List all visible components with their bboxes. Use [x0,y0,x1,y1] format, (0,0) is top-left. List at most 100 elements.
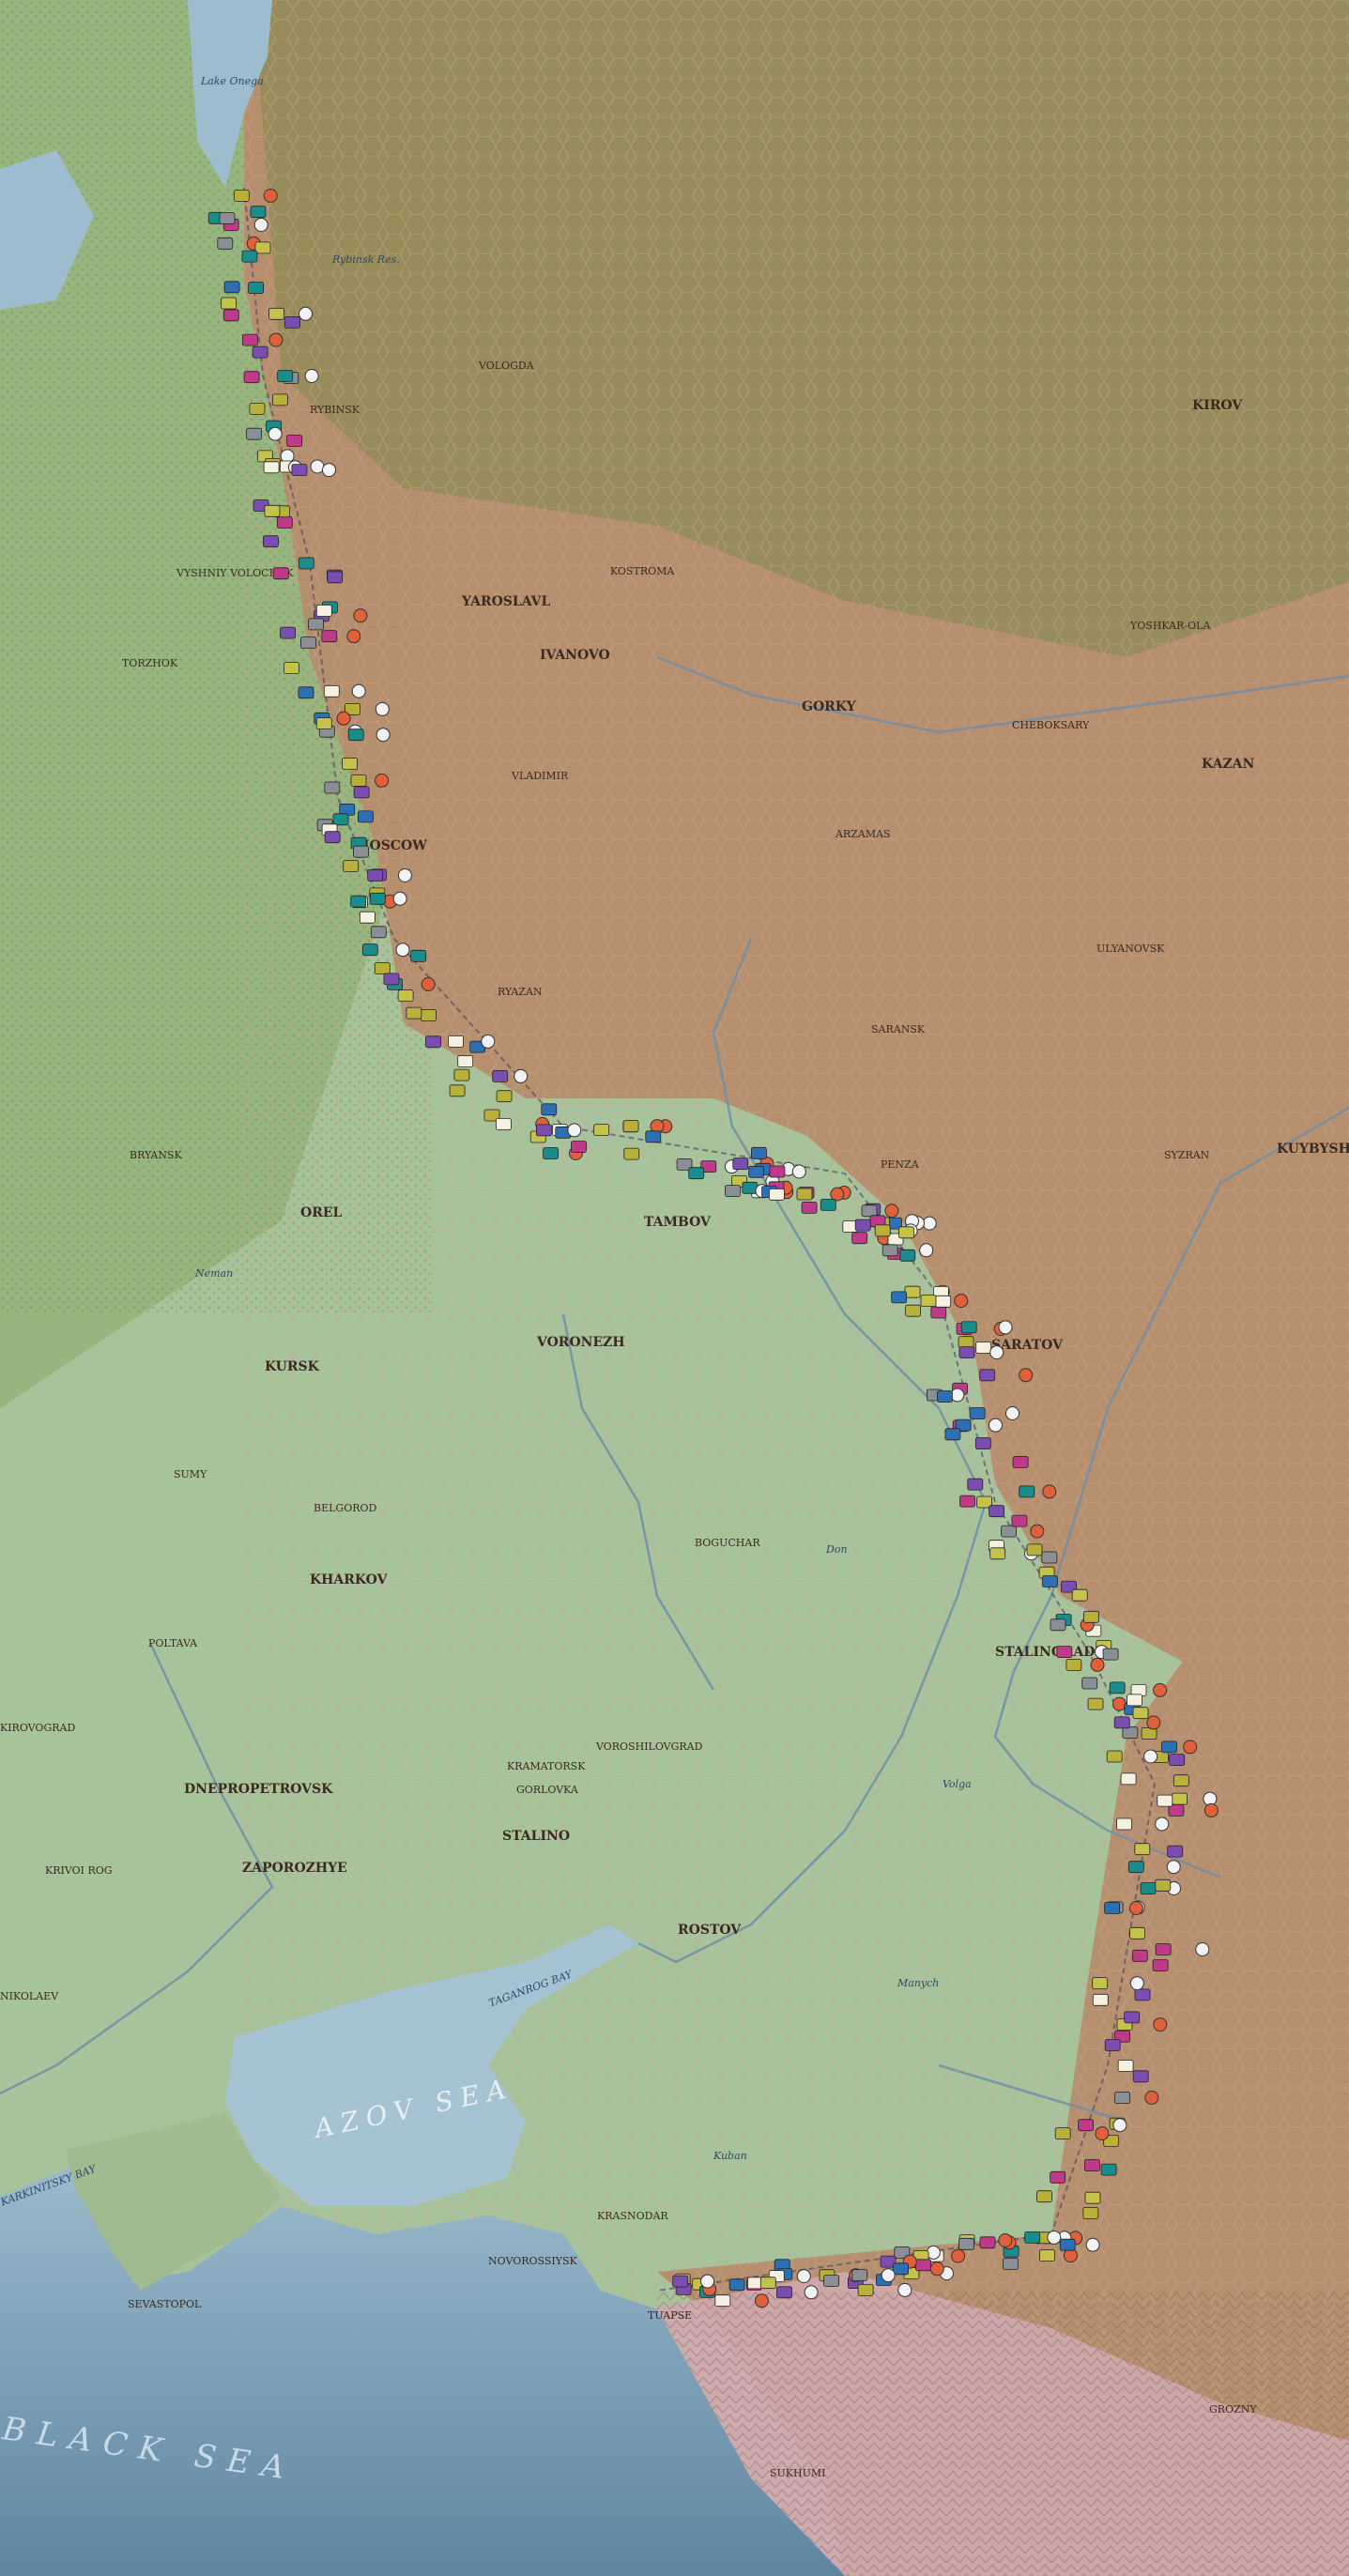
city-label[interactable]: KRASNODAR [597,2210,668,2222]
city-label[interactable]: GROZNY [1209,2403,1257,2415]
unit-counter[interactable] [1039,2249,1055,2262]
air-unit-marker[interactable] [804,2285,819,2300]
city-label[interactable]: TORZHOK [122,657,178,669]
unit-counter[interactable] [350,895,367,908]
unit-counter[interactable] [1059,2238,1076,2251]
unit-counter[interactable] [728,2278,745,2292]
unit-counter[interactable] [769,1188,785,1201]
unit-counter[interactable] [1127,1861,1144,1874]
city-label[interactable]: KURSK [265,1359,320,1374]
unit-counter[interactable] [1019,1485,1035,1498]
unit-counter[interactable] [492,1070,509,1082]
unit-counter[interactable] [857,2283,874,2296]
unit-counter[interactable] [823,2275,839,2288]
air-unit-marker[interactable] [1095,2126,1110,2141]
unit-counter[interactable] [449,1084,466,1097]
air-unit-marker[interactable] [1155,1817,1170,1832]
city-label[interactable]: IVANOVO [540,648,610,663]
unit-counter[interactable] [732,1158,749,1170]
unit-counter[interactable] [357,810,374,823]
air-unit-marker[interactable] [1112,2118,1127,2133]
unit-counter[interactable] [243,371,260,384]
unit-counter[interactable] [851,1232,868,1245]
city-label[interactable]: POLTAVA [148,1637,198,1649]
unit-counter[interactable] [759,2277,776,2290]
air-unit-marker[interactable] [299,306,313,321]
city-label[interactable]: SARANSK [871,1023,926,1035]
unit-counter[interactable] [496,1118,512,1130]
unit-counter[interactable] [979,1369,996,1382]
unit-counter[interactable] [1011,1514,1028,1527]
city-label[interactable]: RYAZAN [498,986,543,998]
unit-counter[interactable] [1024,2231,1041,2244]
air-unit-marker[interactable] [1183,1740,1198,1755]
unit-counter[interactable] [891,1291,907,1304]
unit-counter[interactable] [1041,1551,1058,1564]
unit-counter[interactable] [851,2269,868,2282]
air-unit-marker[interactable] [989,1418,1003,1433]
city-label[interactable]: BRYANSK [130,1149,183,1161]
unit-counter[interactable] [286,435,303,447]
city-label[interactable]: STALINO [502,1829,570,1844]
unit-counter[interactable] [361,943,378,957]
air-unit-marker[interactable] [395,943,410,958]
unit-counter[interactable] [571,1141,587,1153]
air-unit-marker[interactable] [376,728,391,743]
air-unit-marker[interactable] [1090,1657,1105,1672]
air-unit-marker[interactable] [268,332,284,347]
city-label[interactable]: NOVOROSSIYSK [488,2255,578,2267]
air-unit-marker[interactable] [951,2248,966,2263]
unit-counter[interactable] [920,1295,937,1307]
unit-counter[interactable] [352,845,369,858]
air-unit-marker[interactable] [1047,2230,1062,2245]
unit-counter[interactable] [776,2286,792,2299]
air-unit-marker[interactable] [421,976,436,991]
unit-counter[interactable] [324,781,341,794]
unit-counter[interactable] [332,813,349,826]
unit-counter[interactable] [1113,1716,1130,1729]
unit-counter[interactable] [246,427,263,440]
unit-counter[interactable] [904,1285,921,1298]
unit-counter[interactable] [496,1090,513,1103]
air-unit-marker[interactable] [263,188,278,203]
unit-counter[interactable] [370,926,387,939]
unit-counter[interactable] [271,393,288,406]
city-label[interactable]: CHEBOKSARY [1012,719,1090,731]
unit-counter[interactable] [425,1035,441,1049]
unit-counter[interactable] [801,1202,818,1214]
air-unit-marker[interactable] [375,701,390,716]
unit-counter[interactable] [406,1006,422,1020]
unit-counter[interactable] [1084,2191,1101,2204]
unit-counter[interactable] [284,662,299,674]
air-unit-marker[interactable] [1019,1368,1034,1383]
unit-counter[interactable] [299,636,316,649]
air-unit-marker[interactable] [1166,1860,1181,1875]
unit-counter[interactable] [221,297,238,310]
unit-counter[interactable] [967,1478,984,1491]
unit-counter[interactable] [1131,1949,1148,1962]
air-unit-marker[interactable] [1128,1901,1143,1915]
unit-counter[interactable] [448,1035,464,1048]
city-label[interactable]: KAZAN [1202,757,1255,772]
strategic-map[interactable]: KIROV KAZAN KUYBYSHEV YAROSLAVL IVANOVO … [0,0,1349,2576]
unit-counter[interactable] [937,1390,953,1403]
air-unit-marker[interactable] [322,463,336,478]
unit-counter[interactable] [1152,1959,1169,1972]
unit-counter[interactable] [242,333,258,346]
unit-counter[interactable] [1117,2060,1134,2072]
city-label[interactable]: SUMY [174,1468,207,1480]
unit-counter[interactable] [324,831,341,844]
city-label[interactable]: KRAMATORSK [507,1760,586,1772]
unit-counter[interactable] [593,1124,610,1136]
unit-counter[interactable] [1071,1588,1088,1602]
air-unit-marker[interactable] [336,711,351,726]
city-label[interactable]: TUAPSE [648,2309,692,2322]
air-unit-marker[interactable] [884,1204,899,1219]
unit-counter[interactable] [861,1204,878,1218]
air-unit-marker[interactable] [567,1123,582,1138]
city-label[interactable]: SUKHUMI [770,2467,826,2479]
unit-counter[interactable] [622,1120,639,1132]
air-unit-marker[interactable] [922,1216,937,1231]
unit-counter[interactable] [233,189,250,202]
unit-counter[interactable] [1036,2190,1052,2203]
